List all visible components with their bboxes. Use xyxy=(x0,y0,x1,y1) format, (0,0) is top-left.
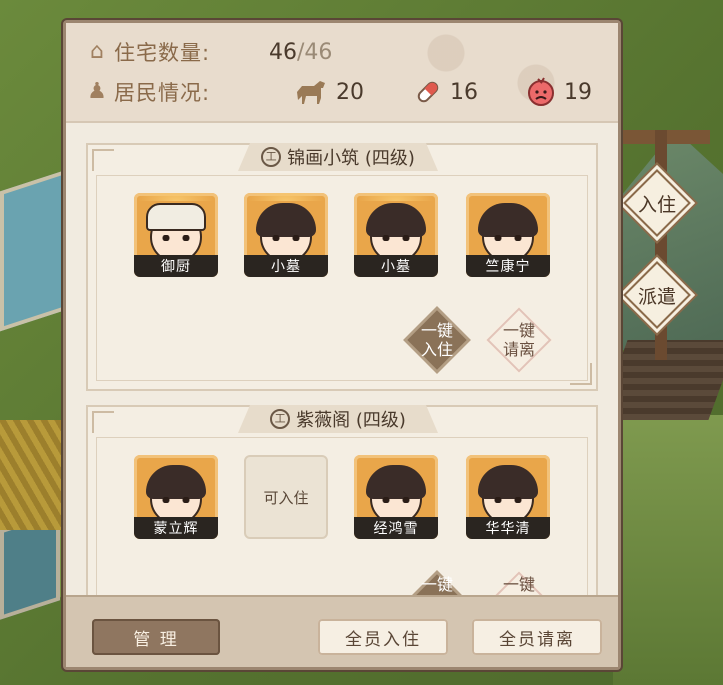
housing-current: 46 xyxy=(269,39,297,65)
all-move-in-button[interactable]: 全员入住 xyxy=(318,619,448,655)
angry-face-icon xyxy=(528,77,554,106)
one-click-move-in-button[interactable]: 一键 入住 xyxy=(404,307,470,373)
pill-count: 16 xyxy=(450,79,478,105)
resident-name: 小墓 xyxy=(244,255,328,277)
house-level-badge-icon: 工 xyxy=(261,147,282,167)
resident-slot[interactable]: 竺康宁 xyxy=(466,193,550,277)
house-title-text: 紫薇阁 (四级) xyxy=(296,410,406,431)
house-title: 工 紫薇阁 (四级) xyxy=(238,405,438,433)
panel-footer: 管 理 全员入住 全员请离 xyxy=(66,595,618,667)
angry-stat: 19 xyxy=(526,77,592,107)
house-level-badge-icon: 工 xyxy=(270,409,291,429)
house-card: 工 紫薇阁 (四级) 蒙立辉 可入住 经鸿雪 华华清 一键 一键 xyxy=(86,405,598,601)
move-in-side-label: 入住 xyxy=(637,193,676,216)
all-leave-button[interactable]: 全员请离 xyxy=(472,619,602,655)
empty-resident-slot[interactable]: 可入住 xyxy=(244,455,328,539)
resident-name: 华华清 xyxy=(466,517,550,539)
dispatch-side-button[interactable]: 派遣 xyxy=(622,260,692,330)
house-list[interactable]: 工 锦画小筑 (四级) 御厨 小墓 小墓 竺康宁 一键 入住 一键 请离 工 紫… xyxy=(74,133,612,601)
housing-row: ⌂ 住宅数量: 46/46 xyxy=(84,35,332,69)
one-click-leave-label: 一键 请离 xyxy=(502,321,535,359)
housing-label: 住宅数量: xyxy=(114,41,211,65)
residents-label: 居民情况: xyxy=(114,81,211,105)
resident-slot[interactable]: 蒙立辉 xyxy=(134,455,218,539)
residence-panel: ⌂ 住宅数量: 46/46 ♟ 居民情况: 20 16 19 工 锦画小筑 (四… xyxy=(63,20,621,670)
dispatch-side-label: 派遣 xyxy=(637,285,676,308)
pill-stat: 16 xyxy=(414,78,478,106)
manage-button[interactable]: 管 理 xyxy=(92,619,220,655)
resident-slot[interactable]: 小墓 xyxy=(244,193,328,277)
resident-name: 蒙立辉 xyxy=(134,517,218,539)
move-in-side-button[interactable]: 入住 xyxy=(622,168,692,238)
one-click-leave-button[interactable]: 一键 请离 xyxy=(486,307,552,373)
resident-slot[interactable]: 小墓 xyxy=(354,193,438,277)
pill-icon xyxy=(417,81,439,103)
resident-name: 经鸿雪 xyxy=(354,517,438,539)
horse-stat: 20 xyxy=(294,78,364,106)
resident-icon: ♟ xyxy=(87,79,107,104)
house-card: 工 锦画小筑 (四级) 御厨 小墓 小墓 竺康宁 一键 入住 一键 请离 xyxy=(86,143,598,391)
house-title-text: 锦画小筑 (四级) xyxy=(287,148,415,169)
resident-slot[interactable]: 华华清 xyxy=(466,455,550,539)
resident-slot[interactable]: 经鸿雪 xyxy=(354,455,438,539)
house-title: 工 锦画小筑 (四级) xyxy=(238,143,438,171)
summary-header: ⌂ 住宅数量: 46/46 ♟ 居民情况: 20 16 19 xyxy=(66,23,618,123)
housing-count: 46/46 xyxy=(269,40,332,65)
residents-row: ♟ 居民情况: 20 16 19 xyxy=(84,75,592,109)
empty-slot-label: 可入住 xyxy=(263,488,309,507)
angry-count: 19 xyxy=(564,79,592,105)
horse-count: 20 xyxy=(336,79,364,105)
one-click-move-in-label: 一键 入住 xyxy=(420,321,453,359)
horse-icon xyxy=(297,81,325,104)
housing-max: 46 xyxy=(304,39,333,65)
house-icon: ⌂ xyxy=(90,39,104,64)
resident-name: 御厨 xyxy=(134,255,218,277)
resident-name: 小墓 xyxy=(354,255,438,277)
resident-slot[interactable]: 御厨 xyxy=(134,193,218,277)
resident-name: 竺康宁 xyxy=(466,255,550,277)
